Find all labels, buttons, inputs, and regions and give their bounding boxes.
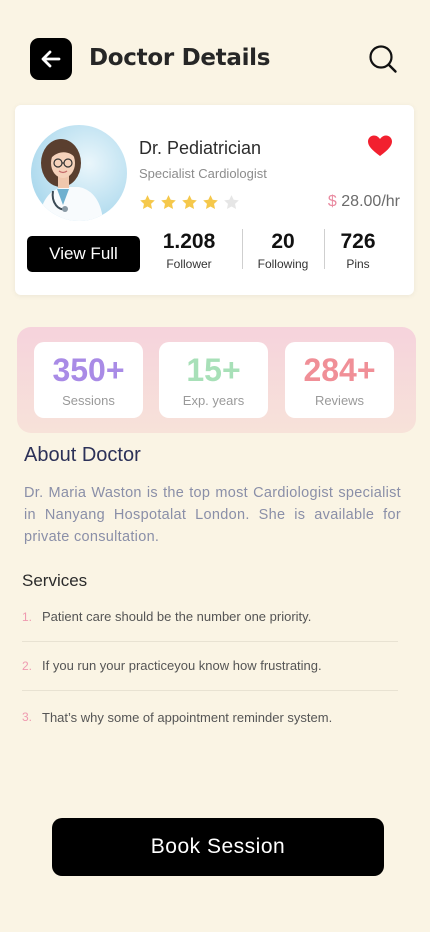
service-number: 1.	[22, 609, 33, 624]
highlight-sessions: 350+ Sessions	[34, 342, 143, 418]
favorite-button[interactable]	[368, 135, 392, 157]
services-title: Services	[22, 571, 88, 590]
search-icon	[369, 45, 397, 73]
doctor-card: Dr. Pediatrician Specialist Cardiologist…	[15, 105, 414, 295]
price: $ 28.00/hr	[328, 193, 400, 211]
about-text: Dr. Maria Waston is the top most Cardiol…	[24, 485, 401, 545]
stat-value: 726	[340, 230, 376, 253]
rating-stars	[139, 194, 240, 211]
highlight-reviews: 284+ Reviews	[285, 342, 394, 418]
highlight-label: Reviews	[314, 393, 365, 408]
highlight-value: 15+	[186, 352, 241, 388]
stat-value: 20	[271, 230, 295, 253]
service-number: 2.	[22, 658, 33, 673]
stat-followers: 1.208 Follower	[155, 230, 223, 271]
back-button[interactable]	[30, 38, 72, 80]
divider	[242, 229, 243, 269]
star-icon	[161, 195, 176, 209]
divider	[324, 229, 325, 269]
highlight-value: 350+	[52, 352, 125, 388]
highlight-value: 284+	[303, 352, 376, 388]
search-button[interactable]	[368, 44, 398, 74]
about-title: About Doctor	[24, 444, 141, 466]
stat-value: 1.208	[162, 230, 216, 253]
price-currency: $	[327, 193, 337, 210]
avatar	[31, 125, 127, 221]
stat-following: 20 Following	[251, 230, 315, 271]
book-session-button[interactable]: Book Session	[52, 818, 384, 876]
service-item: 2. If you run your practiceyou know how …	[22, 641, 398, 691]
doctor-specialty: Specialist Cardiologist	[139, 166, 267, 181]
highlights-panel: 350+ Sessions 15+ Exp. years 284+ Review…	[17, 327, 416, 433]
highlight-experience: 15+ Exp. years	[159, 342, 268, 418]
price-value: 28.00/hr	[341, 193, 400, 210]
service-number: 3.	[22, 710, 33, 724]
stat-pins: 726 Pins	[331, 230, 385, 271]
star-icon	[140, 195, 155, 209]
service-item: 3. That’s why some of appointment remind…	[22, 692, 398, 742]
stat-label: Follower	[166, 257, 212, 271]
view-full-button[interactable]: View Full	[27, 236, 140, 272]
stat-label: Following	[257, 257, 309, 271]
stat-label: Pins	[346, 257, 370, 271]
highlight-label: Sessions	[62, 393, 115, 408]
service-text: If you run your practiceyou know how fru…	[42, 658, 322, 673]
star-icon	[203, 195, 218, 209]
service-text: Patient care should be the number one pr…	[42, 609, 312, 624]
star-icon	[182, 195, 197, 209]
highlight-label: Exp. years	[182, 393, 245, 408]
star-icon	[224, 195, 239, 209]
heart-icon	[368, 135, 392, 156]
arrow-left-icon	[41, 50, 61, 68]
service-text: That’s why some of appointment reminder …	[42, 709, 333, 725]
service-item: 1. Patient care should be the number one…	[22, 592, 398, 642]
doctor-name: Dr. Pediatrician	[139, 138, 262, 158]
page-title: Doctor Details	[89, 45, 271, 71]
doctor-details-screen: Doctor Details Dr. Pediatrician Speciali…	[0, 0, 430, 932]
